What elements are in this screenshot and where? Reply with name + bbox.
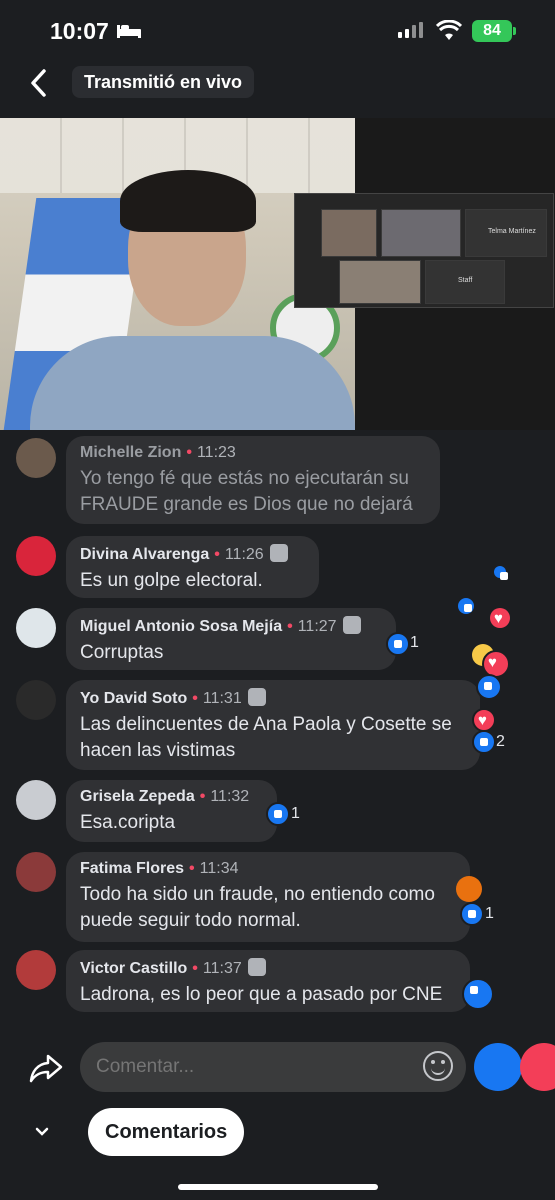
- like-reaction-icon: [266, 802, 290, 826]
- sleep-focus-icon: [117, 25, 141, 38]
- comment-input[interactable]: [80, 1042, 466, 1092]
- emoji-icon[interactable]: [423, 1051, 453, 1081]
- video-call-grid: Telma Martínez Staff: [294, 193, 554, 308]
- commenter-name[interactable]: Michelle Zion: [80, 444, 181, 461]
- commenter-name[interactable]: Victor Castillo: [80, 960, 187, 977]
- cellular-signal-icon: [398, 22, 423, 38]
- comment-text: Todo ha sido un fraude, no entiendo como…: [80, 884, 435, 931]
- comment-bubble[interactable]: Yo David Soto • 11:31 Las delincuentes de …: [66, 680, 480, 770]
- comment-time: 11:37: [202, 960, 242, 977]
- avatar[interactable]: [16, 438, 56, 478]
- avatar[interactable]: [16, 608, 56, 648]
- wifi-icon: [436, 20, 462, 40]
- home-indicator: [178, 1184, 378, 1190]
- avatar[interactable]: [16, 536, 56, 576]
- comment-time: 11:26: [224, 546, 264, 563]
- dollar-badge-icon: [269, 544, 288, 562]
- floating-love-icon: [490, 608, 510, 630]
- avatar-placeholder-icon[interactable]: [16, 780, 56, 820]
- fan-badge-icon: [247, 688, 266, 706]
- status-time: 10:07: [50, 18, 109, 44]
- comment-text: Corruptas: [80, 642, 164, 663]
- back-arrow-icon[interactable]: [26, 66, 56, 100]
- comment-bubble[interactable]: Michelle Zion • 11:23 Yo tengo fé que está…: [66, 436, 440, 524]
- avatar[interactable]: [16, 852, 56, 892]
- participant-tile: Staff: [425, 260, 505, 304]
- participant-name: Staff: [458, 277, 473, 284]
- comment-text: Es un golpe electoral.: [80, 570, 263, 591]
- commenter-name[interactable]: Grisela Zepeda: [80, 788, 195, 805]
- reaction-count: 1: [291, 805, 300, 822]
- commenter-name[interactable]: Miguel Antonio Sosa Mejía: [80, 618, 282, 635]
- commenter-name[interactable]: Divina Alvarenga: [80, 546, 209, 563]
- love-button-icon[interactable]: [520, 1043, 555, 1091]
- comment-time: 11:34: [199, 860, 239, 877]
- comment-text: Las delincuentes de Ana Paola y Cosette …: [80, 714, 452, 761]
- live-video-player[interactable]: Telma Martínez Staff: [0, 118, 555, 430]
- reaction-count: 1: [485, 905, 494, 922]
- comment-bubble[interactable]: Victor Castillo • 11:37 Ladrona, es lo peo…: [66, 950, 470, 1012]
- love-reaction-icon: [472, 708, 496, 732]
- reaction-count: 1: [410, 634, 419, 651]
- status-bar: 10:07 84: [0, 0, 555, 60]
- comment-bubble[interactable]: Divina Alvarenga • 11:26 Es un golpe elect…: [66, 536, 319, 598]
- floating-like-icon: [458, 598, 474, 614]
- comment-text: Esa.coripta: [80, 812, 176, 833]
- participant-name: Telma Martínez: [488, 228, 536, 235]
- live-status-label: Transmitió en vivo: [72, 66, 255, 98]
- comment-time: 11:27: [297, 618, 337, 635]
- live-header: Transmitió en vivo: [0, 62, 555, 104]
- comment-bubble[interactable]: Miguel Antonio Sosa Mejía • 11:27 Corrupta…: [66, 608, 396, 670]
- commenter-name[interactable]: Fatima Flores: [80, 860, 184, 877]
- comment-time: 11:23: [196, 444, 236, 461]
- participant-tile: [321, 209, 377, 257]
- fan-badge-icon: [342, 616, 361, 634]
- chevron-down-icon[interactable]: [34, 1124, 50, 1140]
- participant-tile: [339, 260, 421, 304]
- avatar[interactable]: [16, 680, 56, 720]
- comments-button[interactable]: Comentarios: [88, 1108, 245, 1156]
- floating-like-icon: [476, 674, 502, 700]
- like-button-icon[interactable]: [474, 1043, 522, 1091]
- battery-indicator: 84: [472, 20, 516, 42]
- comment-bubble[interactable]: Fatima Flores • 11:34 Todo ha sido un frau…: [66, 852, 470, 942]
- participant-tile: Telma Martínez: [465, 209, 547, 257]
- comment-text: Yo tengo fé que estás no ejecutarán su F…: [80, 468, 413, 515]
- like-reaction-icon: [460, 902, 484, 926]
- comment-time: 11:32: [210, 788, 250, 805]
- reaction-count: 2: [496, 733, 505, 750]
- comment-bubble[interactable]: Grisela Zepeda • 11:32 Esa.coripta: [66, 780, 277, 842]
- angry-reaction-icon: [456, 876, 482, 902]
- commenter-name[interactable]: Yo David Soto: [80, 690, 187, 707]
- like-reaction-icon: [472, 730, 496, 754]
- comment-time: 11:31: [202, 690, 242, 707]
- like-reaction-icon: [462, 978, 494, 1010]
- avatar[interactable]: [16, 950, 56, 990]
- like-reaction-icon: [386, 632, 410, 656]
- participant-tile: [381, 209, 461, 257]
- share-icon[interactable]: [28, 1052, 64, 1084]
- floating-like-icon: [494, 566, 508, 580]
- fan-badge-icon: [247, 958, 266, 976]
- comment-composer: [0, 1040, 555, 1100]
- comment-text: Ladrona, es lo peor que a pasado por CNE: [80, 984, 443, 1005]
